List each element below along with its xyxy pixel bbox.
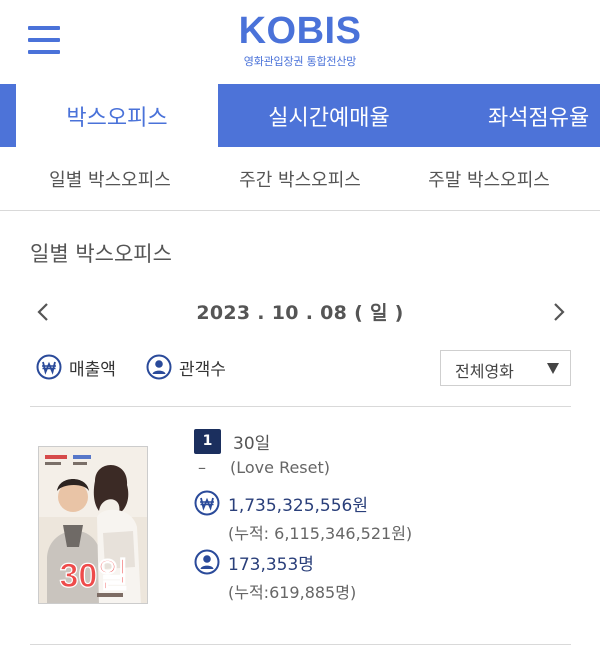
rank-change-row: – (Love Reset) xyxy=(198,458,330,477)
poster-title-text: 30일 xyxy=(59,557,128,595)
sales-row: 1,735,325,556원 xyxy=(194,490,368,516)
won-icon xyxy=(36,354,62,380)
subtab-weekly[interactable]: 주간 박스오피스 xyxy=(204,147,396,211)
sub-tab-bar: 일별 박스오피스 주간 박스오피스 주말 박스오피스 xyxy=(0,147,600,211)
person-icon xyxy=(194,549,220,575)
divider xyxy=(30,406,571,407)
logo[interactable]: KOBIS 영화관입장권 통합전산망 xyxy=(0,10,600,69)
subtab-daily[interactable]: 일별 박스오피스 xyxy=(14,147,206,211)
sales-value: 1,735,325,556원 xyxy=(228,495,369,516)
poster-image: 30일 xyxy=(39,447,147,603)
sales-toggle-label: 매출액 xyxy=(69,359,116,380)
tab-bar-edge xyxy=(0,84,16,147)
tab-realtime-booking[interactable]: 실시간예매율 xyxy=(218,84,440,147)
movie-english-title: (Love Reset) xyxy=(230,458,330,477)
audience-cumulative: (누적:619,885명) xyxy=(228,583,357,602)
section-title: 일별 박스오피스 xyxy=(30,242,172,266)
audience-value: 173,353명 xyxy=(228,554,314,575)
audience-toggle-label: 관객수 xyxy=(179,359,226,380)
won-icon xyxy=(194,490,220,516)
main-tab-bar: 박스오피스 실시간예매율 좌석점유율 xyxy=(0,84,600,147)
tab-box-office[interactable]: 박스오피스 xyxy=(16,84,218,147)
audience-toggle[interactable]: 관객수 xyxy=(146,354,226,380)
audience-row: 173,353명 xyxy=(194,549,314,575)
header: KOBIS 영화관입장권 통합전산망 xyxy=(0,0,600,84)
tab-seat-occupancy[interactable]: 좌석점유율 xyxy=(440,84,600,147)
date-navigator: 2023 . 10 . 08 ( 일 ) xyxy=(0,292,600,332)
movie-filter-value: 전체영화 xyxy=(455,362,514,381)
subtab-weekend[interactable]: 주말 박스오피스 xyxy=(393,147,585,211)
chevron-right-icon[interactable] xyxy=(546,300,570,324)
rank-change: – xyxy=(198,458,206,477)
sales-cumulative: (누적: 6,115,346,521원) xyxy=(228,524,413,543)
date-label: 2023 . 10 . 08 ( 일 ) xyxy=(196,302,404,324)
divider xyxy=(30,644,571,645)
rank-badge: 1 xyxy=(194,428,221,454)
rank-row: 1 30일 xyxy=(194,428,270,454)
movie-poster[interactable]: 30일 xyxy=(38,446,148,604)
movie-filter-select[interactable]: 전체영화 xyxy=(440,350,571,386)
logo-subtitle: 영화관입장권 통합전산망 xyxy=(243,55,357,68)
logo-text: KOBIS xyxy=(238,10,362,52)
person-icon xyxy=(146,354,172,380)
chevron-down-icon xyxy=(547,363,559,374)
sales-toggle[interactable]: 매출액 xyxy=(36,354,116,380)
movie-title[interactable]: 30일 xyxy=(233,429,270,454)
